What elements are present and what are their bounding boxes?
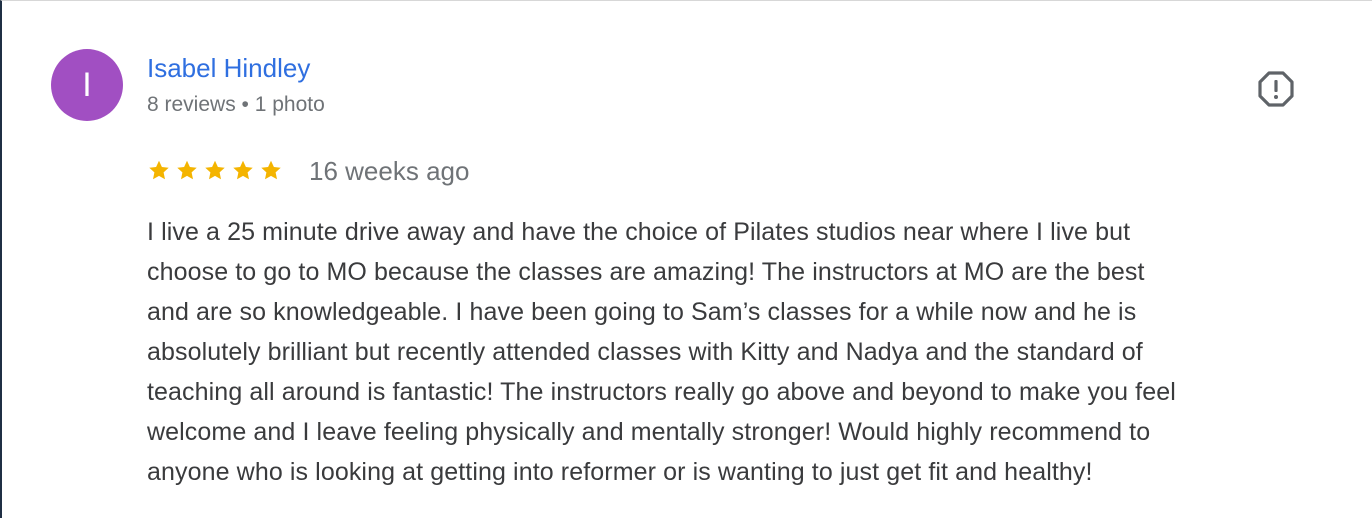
- report-icon: [1258, 71, 1294, 107]
- review-text: I live a 25 minute drive away and have t…: [147, 218, 1176, 486]
- star-icon: [261, 160, 281, 180]
- rating-row: 16 weeks ago: [147, 155, 469, 187]
- star-icon: [233, 160, 253, 180]
- star-rating: [147, 159, 283, 183]
- reviewer-meta: 8 reviews • 1 photo: [147, 93, 325, 116]
- reviewer-name[interactable]: Isabel Hindley: [147, 52, 310, 84]
- avatar[interactable]: I: [51, 49, 123, 121]
- avatar-letter: I: [82, 66, 92, 104]
- review-screen: I Isabel Hindley 8 reviews • 1 photo 16 …: [0, 0, 1372, 518]
- star-icon: [205, 160, 225, 180]
- review-card: I Isabel Hindley 8 reviews • 1 photo 16 …: [2, 1, 1372, 518]
- star-icon: [149, 160, 169, 180]
- star-icon: [177, 160, 197, 180]
- report-button[interactable]: [1256, 69, 1296, 109]
- review-time: 16 weeks ago: [309, 156, 470, 186]
